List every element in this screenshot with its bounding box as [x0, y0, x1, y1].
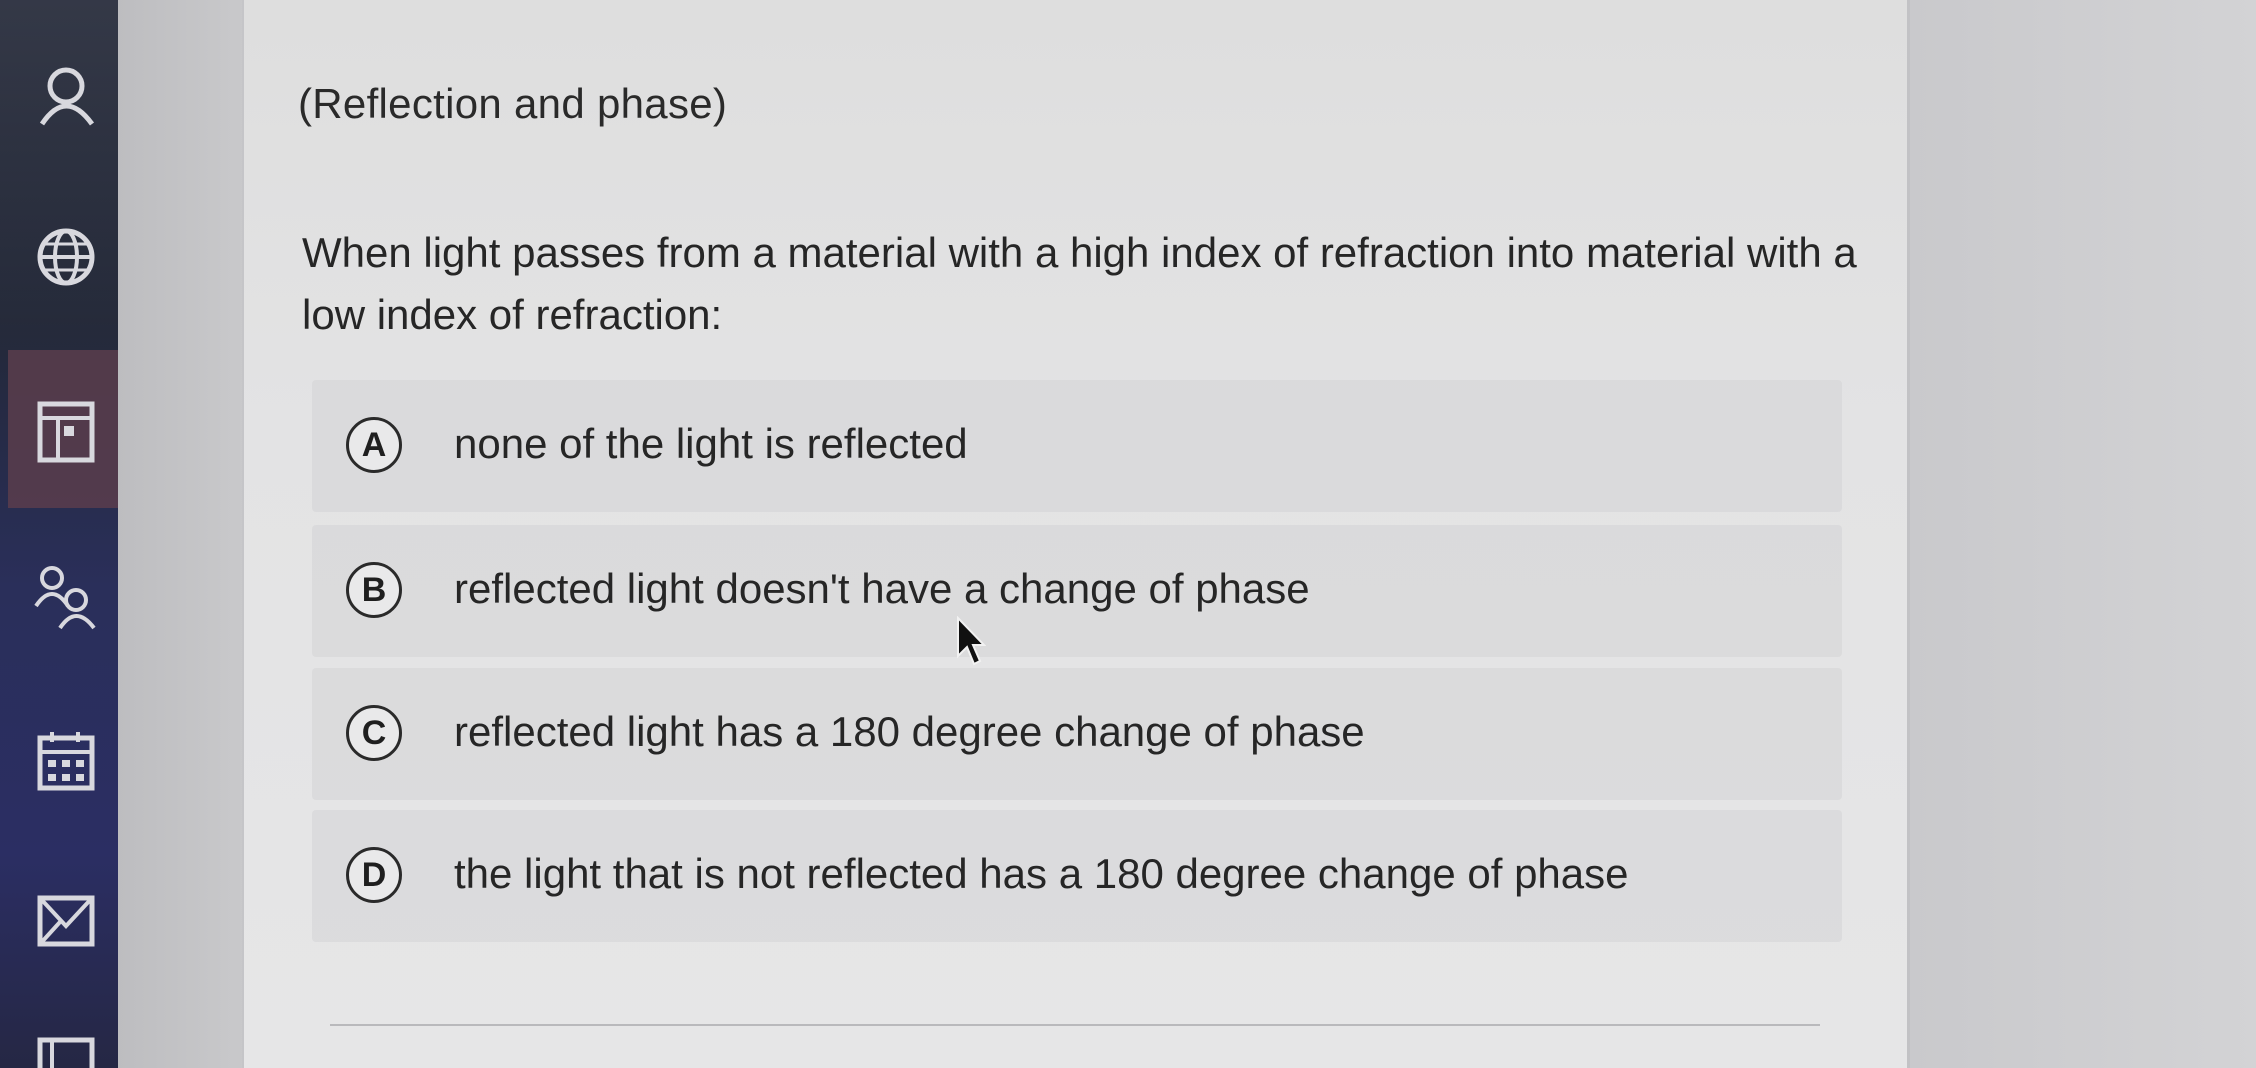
question-prompt: When light passes from a material with a… — [302, 229, 1857, 338]
mouse-cursor-icon — [956, 615, 987, 668]
globe-icon[interactable] — [30, 222, 100, 292]
option-letter-badge: D — [346, 847, 402, 903]
gradebook-icon[interactable] — [30, 396, 100, 466]
nav-rail — [0, 0, 118, 1068]
calendar-icon[interactable] — [30, 726, 100, 796]
answer-option-b[interactable]: B reflected light doesn't have a change … — [312, 525, 1842, 657]
answer-option-a[interactable]: A none of the light is reflected — [312, 380, 1842, 512]
screen: (Reflection and phase) When light passes… — [0, 0, 2256, 1068]
option-text: reflected light doesn't have a change of… — [454, 565, 1310, 612]
option-letter-badge: A — [346, 417, 402, 473]
answer-option-d[interactable]: D the light that is not reflected has a … — [312, 810, 1842, 942]
option-text: the light that is not reflected has a 18… — [454, 850, 1629, 897]
courses-icon[interactable] — [30, 1036, 100, 1068]
question-title: (Reflection and phase) — [298, 80, 728, 127]
option-text: reflected light has a 180 degree change … — [454, 708, 1365, 755]
divider — [330, 1024, 1820, 1026]
option-letter-badge: B — [346, 562, 402, 618]
rail-shade — [0, 0, 118, 350]
page-gutter — [118, 0, 246, 1068]
people-icon[interactable] — [30, 560, 100, 630]
option-text: none of the light is reflected — [454, 420, 968, 467]
inbox-icon[interactable] — [30, 886, 100, 956]
profile-icon[interactable] — [30, 58, 100, 128]
option-letter-badge: C — [346, 705, 402, 761]
answer-option-c[interactable]: C reflected light has a 180 degree chang… — [312, 668, 1842, 800]
right-background — [1910, 0, 2256, 1068]
